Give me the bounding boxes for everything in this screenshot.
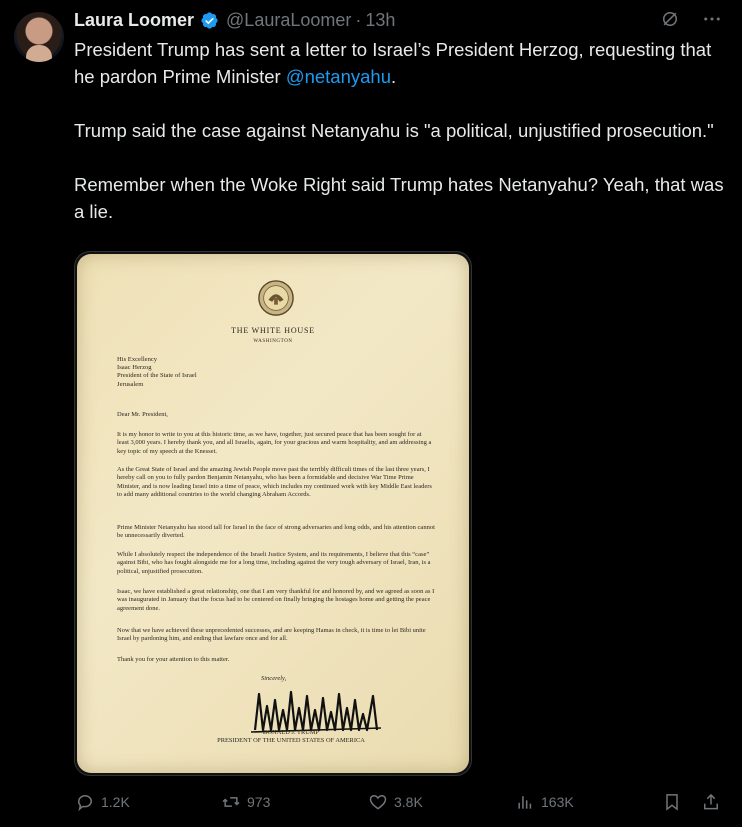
- presidential-seal-icon: [258, 280, 294, 316]
- signer: DONALD J. TRUMP PRESIDENT OF THE UNITED …: [181, 729, 401, 745]
- post-time[interactable]: 13h: [365, 10, 395, 31]
- post-top-actions: [660, 9, 722, 29]
- letter-paragraph: While I absolutely respect the independe…: [117, 551, 431, 575]
- bookmark-icon: [666, 794, 678, 811]
- letter-document: THE WHITE HOUSE WASHINGTON His Excellenc…: [77, 254, 469, 773]
- post-actions: 1.2K 973 3.8K 163K: [75, 790, 725, 814]
- letter-paragraph: It is my honor to write to you at this h…: [117, 431, 432, 455]
- avatar[interactable]: [14, 12, 64, 62]
- like-icon: [369, 794, 387, 810]
- signer-title: PRESIDENT OF THE UNITED STATES OF AMERIC…: [217, 737, 365, 744]
- letter-paragraph: Now that we have achieved these unpreced…: [117, 627, 426, 643]
- tweet-paragraph-2: Trump said the case against Netanyahu is…: [74, 120, 714, 141]
- letter-closing: Sincerely,: [261, 675, 287, 682]
- bookmark-button[interactable]: [662, 792, 682, 812]
- repost-button[interactable]: 973: [221, 792, 270, 812]
- separator-dot: ·: [355, 9, 362, 30]
- author-handle[interactable]: @LauraLoomer: [226, 10, 351, 31]
- like-count: 3.8K: [394, 794, 423, 810]
- like-button[interactable]: 3.8K: [368, 792, 423, 812]
- share-button[interactable]: [701, 792, 721, 812]
- address-line: President of the State of Israel: [117, 372, 197, 380]
- signer-name: DONALD J. TRUMP: [262, 729, 320, 736]
- letter-salutation: Dear Mr. President,: [117, 411, 168, 418]
- more-icon[interactable]: [702, 9, 722, 29]
- tweet-text: President Trump has sent a letter to Isr…: [74, 36, 724, 225]
- letterhead-subtitle: WASHINGTON: [253, 339, 293, 344]
- letter-paragraph: Thank you for your attention to this mat…: [117, 656, 230, 663]
- reply-icon: [77, 794, 93, 812]
- verified-badge-icon: [201, 11, 218, 29]
- address-line: Isaac Herzog: [117, 364, 152, 372]
- grok-icon[interactable]: [660, 9, 680, 29]
- letter-paragraph: As the Great State of Israel and the ama…: [117, 466, 432, 498]
- address-line: His Excellency: [117, 356, 158, 363]
- attached-image[interactable]: THE WHITE HOUSE WASHINGTON His Excellenc…: [74, 251, 472, 776]
- mention-link[interactable]: @netanyahu: [286, 66, 391, 87]
- letter-paragraph: Prime Minister Netanyahu has stood tall …: [117, 524, 435, 540]
- letterhead-title: THE WHITE HOUSE: [231, 326, 315, 335]
- views-icon: [518, 796, 532, 809]
- reply-button[interactable]: 1.2K: [75, 792, 130, 812]
- share-icon: [704, 793, 718, 810]
- repost-icon: [222, 797, 240, 807]
- views-count: 163K: [541, 794, 574, 810]
- author-name[interactable]: Laura Loomer: [74, 10, 194, 31]
- tweet-header: Laura Loomer @LauraLoomer · 13h: [74, 8, 395, 32]
- letter-address: His Excellency Isaac Herzog President of…: [117, 356, 197, 389]
- views-button[interactable]: 163K: [515, 792, 574, 812]
- tweet-line-1-end: .: [391, 66, 397, 87]
- reply-count: 1.2K: [101, 794, 130, 810]
- letter-paragraph: Isaac, we have established a great relat…: [117, 588, 435, 612]
- tweet-paragraph-3: Remember when the Woke Right said Trump …: [74, 174, 729, 222]
- address-line: Jerusalem: [117, 380, 144, 388]
- repost-count: 973: [247, 794, 271, 810]
